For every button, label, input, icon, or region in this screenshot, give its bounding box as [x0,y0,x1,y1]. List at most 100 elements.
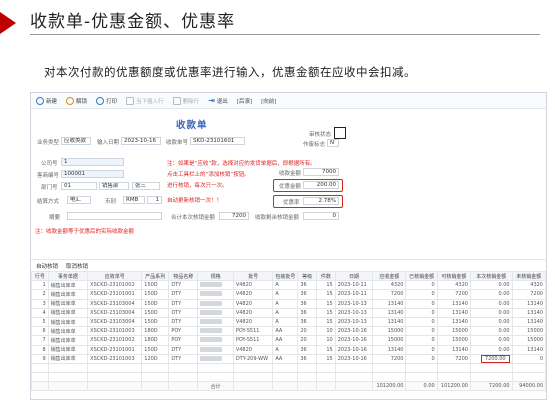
note-4: 自动更新核销一次！！ [167,198,223,204]
table-cell [87,372,143,383]
column-header[interactable]: 产品系列 [141,270,170,282]
current-verify-amount-highlight[interactable]: 7200.00 [480,355,510,363]
column-header[interactable]: 物品名称 [168,270,199,282]
table-cell[interactable]: 7200.00 [469,353,513,364]
table-row[interactable]: 9 销售出库单 XSCKD-23101003 120D DTY DTY-209-WW AA 3… [31,353,546,364]
column-header[interactable]: 已核销金额 [405,270,438,282]
column-header[interactable]: 未核销金额 [511,270,546,282]
column-header[interactable]: 件数 [316,270,336,282]
settle-field[interactable]: 电汇 [67,196,91,204]
unpaid-field[interactable]: 7200 [219,212,249,220]
biz-type-field[interactable]: 应收类款 [61,137,91,145]
table-cell: POY-S511 [232,326,274,337]
discount-field[interactable]: 200.00 [303,181,339,189]
new-icon [36,96,44,105]
table-cell: A [272,280,299,291]
table-row[interactable]: 2 销售出库单 XSCKD-23101001 150D DTY V4820 A 36 15 202… [31,289,546,300]
table-cell: 15 [316,316,336,328]
table-cell: 15 [316,289,336,300]
table-cell: 7200 [372,353,407,364]
table-cell[interactable]: 0.00 [469,307,513,318]
table-cell: A [272,344,299,355]
table-row[interactable]: 6 销售出库单 XSCKD-23101003 180D POY POY-S511 AA 20 1… [31,326,546,337]
exit-button[interactable]: ⇥ 退出 [208,96,228,105]
note-1: 注：如果是“应收”款，选择对应的发货单据后，即根据所有。 [167,161,316,167]
table-cell [168,362,199,374]
customer-field[interactable]: 100001 [61,170,124,178]
table-cell [87,362,143,374]
staff-field[interactable]: 张三 [132,182,160,190]
table-cell: 15 [316,353,336,364]
scroll-back-button[interactable]: [后滚] [237,97,252,105]
void-field[interactable]: N [327,139,339,147]
table-cell[interactable]: 0.00 [469,289,513,300]
table-row[interactable]: 4 销售出库单 XSCKD-23103004 150D DTY V4820 A 36 15 202… [31,307,546,318]
table-cell: 0 [405,298,438,309]
sum-cell: 0.00 [405,381,438,392]
table-row[interactable]: 1 销售出库单 XSCKD-23101002 150D DTY V4820 A 36 15 202… [31,280,546,291]
column-header[interactable]: 应收单号 [87,270,143,282]
column-header[interactable]: 日期 [334,270,374,282]
amount-field[interactable]: 7000 [303,168,339,176]
table-cell: DTY [168,280,199,291]
memo-field[interactable] [67,212,162,220]
column-header[interactable]: 包装批号 [272,270,299,282]
exchange-rate-field[interactable]: 1 [147,196,162,204]
table-cell [197,362,234,374]
table-row[interactable]: 7 销售出库单 XSCKD-23101002 180D POY POY-S511 AA 20 1… [31,335,546,346]
date-field[interactable]: 2023-10-16 [121,137,161,145]
sum-cell [31,381,49,392]
table-cell: 20 [297,335,318,346]
table-cell: V4820 [232,344,274,355]
tab-auto-verify[interactable]: 自动核销 [36,262,58,270]
column-header[interactable]: 应收金额 [372,270,407,282]
currency-field[interactable]: RMB [123,196,145,204]
table-cell[interactable]: 0.00 [469,316,513,328]
dept-name-field[interactable]: 销售部 [99,182,129,190]
new-button[interactable]: 新建 [36,96,57,105]
table-cell: 180D [141,326,170,337]
column-header[interactable]: 本次核销金额 [469,270,513,282]
table-cell: A [272,307,299,318]
discount-rate-field[interactable]: 2.78% [303,197,339,205]
note-3: 进行核销，每次只一次。 [167,183,228,189]
unlock-button[interactable]: 解锁 [66,96,87,105]
table-cell: 13140 [372,344,407,355]
doc-no-field[interactable]: SKD-23101601 [190,137,245,145]
table-cell: 13140 [372,316,407,328]
table-row[interactable]: 3 销售出库单 XSCKD-23103004 150D DTY V4820 A 36 15 202… [31,298,546,309]
company-field[interactable]: 1 [61,158,124,166]
table-cell [272,372,299,383]
balance-field[interactable]: 0 [303,212,339,220]
table-cell: V4820 [232,280,274,291]
table-row[interactable]: 8 销售出库单 XSCKD-23101001 150D DTY V4820 A 36 15 202… [31,344,546,355]
redacted-spec [200,346,223,352]
column-header[interactable]: 批号 [232,270,274,282]
bottom-note: 注：收款金额等于优惠后的实际收款金额 [35,229,135,235]
empty-row [31,362,546,374]
tab-cancel-verify[interactable]: 取消核销 [66,262,88,270]
column-header[interactable]: 等级 [297,270,318,282]
column-header[interactable]: 规格 [197,270,234,282]
dept-field[interactable]: 01 [61,182,97,190]
table-cell[interactable]: 0.00 [469,280,513,291]
table-cell: 13140 [436,298,471,309]
table-cell: 13140 [436,316,471,328]
forward-button[interactable]: [向前] [261,97,276,105]
delete-row-button[interactable]: 删除行 [172,96,199,105]
table-cell[interactable]: 0.00 [469,344,513,355]
table-cell[interactable]: 0.00 [469,326,513,337]
column-header[interactable]: 行号 [31,270,49,282]
table-cell: 0 [405,316,438,328]
redacted-spec [200,355,223,361]
print-button[interactable]: 打印 [96,96,117,105]
table-cell[interactable]: 0.00 [469,298,513,309]
table-cell: POY [168,335,199,346]
insert-row-button[interactable]: 当下插入行 [126,96,164,105]
column-header[interactable]: 可核销金额 [436,270,471,282]
column-header[interactable]: 事务单据 [47,270,89,282]
audit-checkbox[interactable] [334,127,346,139]
table-row[interactable]: 5 销售出库单 XSCKD-23103004 150D DTY V4820 A 36 15 202… [31,316,546,328]
table-cell[interactable]: 0.00 [469,335,513,346]
table-cell [197,335,234,346]
